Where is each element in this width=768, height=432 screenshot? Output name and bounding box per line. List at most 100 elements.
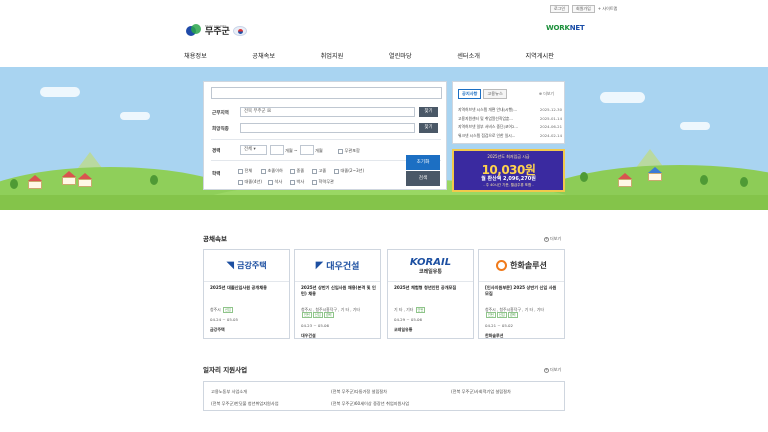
edu-option-label: 중졸 xyxy=(296,168,305,173)
card-title: 2025년 체험형 청년인턴 공개모집 xyxy=(394,285,457,290)
status-badge: 경력 xyxy=(323,312,334,318)
notice-more-link[interactable]: ⊕ 더보기 xyxy=(539,91,554,97)
recruit-card[interactable]: 한화솔루션 [인사지원부문] 2025 상반기 신입 사원 모집 청주시 , 청… xyxy=(478,249,565,339)
tree-icon xyxy=(740,177,748,187)
notice-list: 지역허브넷 시스템 개편 안내(시행)... 2025-12-30 고용지원센터 … xyxy=(458,106,562,140)
list-item[interactable]: (전북 무주군)다둥가정 설립절차 xyxy=(331,389,387,395)
career-min-input[interactable] xyxy=(270,145,284,155)
notice-title: 고용지원센터 및 취업알선직업훈... xyxy=(458,115,513,121)
edu-checkbox[interactable]: 박사 xyxy=(290,179,304,185)
card-title: [인사지원부문] 2025 상반기 신입 사원 모집 xyxy=(485,285,557,296)
sitemap-link[interactable]: + 사이트맵 xyxy=(598,6,617,12)
no-career-checkbox[interactable]: 무관포함 xyxy=(338,148,360,154)
career-max-input[interactable] xyxy=(300,145,314,155)
site-logo[interactable]: MUJU COUNTY 무주군 xyxy=(186,24,247,38)
login-button[interactable]: 로그인 xyxy=(550,5,570,13)
nav-item-center-intro[interactable]: 센터소개 xyxy=(457,51,480,60)
edu-option-label: 전체 xyxy=(244,168,253,173)
edu-checkbox[interactable]: 대졸(2~3년) xyxy=(334,168,364,174)
list-item[interactable]: (전북 무주군)반딧불 청년취업지원사업 xyxy=(211,401,279,407)
list-item[interactable]: (전북 무주군)사회적기업 설립절차 xyxy=(451,389,511,395)
company-logo: 한화솔루션 xyxy=(479,250,564,282)
edu-option-label: 박사 xyxy=(296,179,305,184)
main-nav: 채용정보 공채속보 취업지원 열린마당 센터소개 지역게시판 xyxy=(184,51,554,60)
logo-text: 한화솔루션 xyxy=(510,261,547,270)
tab-notice[interactable]: 공지사항 xyxy=(458,89,482,99)
logo-mark-icon xyxy=(496,260,508,271)
list-item[interactable]: 고용지원센터 및 취업알선직업훈... 2025-01-14 xyxy=(458,115,562,124)
career-label: 경력 xyxy=(212,149,221,154)
notice-title: 지역허브넷 시스템 개편 안내(시행)... xyxy=(458,107,518,112)
section-title-open-recruit: 공채속보 xyxy=(203,235,227,243)
cloud xyxy=(40,87,80,97)
house-icon xyxy=(62,171,76,185)
nav-item-jobs[interactable]: 채용정보 xyxy=(184,51,207,60)
list-item[interactable]: 지역허브넷 일부 서비스 중단(코어2... 2024-06-21 xyxy=(458,123,562,132)
notice-title: 지역허브넷 일부 서비스 중단(코어2... xyxy=(458,124,519,129)
join-button[interactable]: 회원가입 xyxy=(572,5,595,13)
house-icon xyxy=(648,167,662,181)
list-item[interactable]: (전북 무주군)60세이상 중장년 취업지원사업 xyxy=(331,401,409,407)
nav-item-open-recruit[interactable]: 공채속보 xyxy=(252,51,275,60)
worknet-logo[interactable]: WORKNET xyxy=(546,24,585,32)
edu-checkbox[interactable]: 고졸 xyxy=(312,168,326,174)
edu-option-label: 학력무관 xyxy=(318,179,334,184)
notice-date: 2025-01-14 xyxy=(539,115,562,121)
reset-button[interactable]: 초기화 xyxy=(406,155,440,170)
company-logo: ◤ 대우건설 xyxy=(295,250,380,282)
search-button[interactable]: 검색 xyxy=(406,171,440,186)
logo-subtext: 코레일유통 xyxy=(418,268,442,275)
list-item[interactable]: 워크넷 시스템 점검으로 인한 일시... 2024-02-14 xyxy=(458,132,562,141)
edu-option-label: 석사 xyxy=(274,179,283,184)
logo-korean: 무주군 xyxy=(205,27,230,37)
list-item[interactable]: 지역허브넷 시스템 개편 안내(시행)... 2025-12-30 xyxy=(458,106,562,115)
card-title: 2025년 상반기 신입사원 채용(본격 및 인턴) 채용 xyxy=(301,285,376,296)
card-title: 2025년 대졸신입사원 공개채용 xyxy=(210,285,267,290)
career-select[interactable]: 전체 ▾ xyxy=(240,145,267,155)
company-logo: KORAIL 코레일유통 xyxy=(388,250,473,282)
job-search-panel: 근무지역 전북 무주군 ☒ 찾기 희망직종 찾기 경력 전체 ▾ 개월 ~ 개월… xyxy=(203,81,447,190)
edu-checkbox[interactable]: 전체 xyxy=(238,168,252,174)
nav-item-employment-support[interactable]: 취업지원 xyxy=(321,51,344,60)
status-badge: 경력 xyxy=(507,312,518,318)
keyword-search-input[interactable] xyxy=(211,87,442,99)
worknet-text-1: WORK xyxy=(546,24,570,32)
edu-checkbox[interactable]: 석사 xyxy=(268,179,282,185)
plus-icon: + xyxy=(544,236,549,242)
recruit-card[interactable]: KORAIL 코레일유통 2025년 체험형 청년인턴 공개모집 기 타 , 기타… xyxy=(387,249,474,339)
job-find-button[interactable]: 찾기 xyxy=(419,123,438,133)
banner-line3: 월 환산액 2,096,270원 xyxy=(481,176,536,182)
logo-mark-icon: ◥ xyxy=(226,260,235,271)
edu-option-label: 고졸 xyxy=(318,168,327,173)
logo-mark-icon xyxy=(186,24,202,38)
notice-title: 워크넷 시스템 점검으로 인한 일시... xyxy=(458,132,516,138)
edu-label: 학력 xyxy=(212,172,221,177)
more-label: 더보기 xyxy=(550,367,562,372)
job-support-more-link[interactable]: + 더보기 xyxy=(544,367,561,373)
no-career-label: 무관포함 xyxy=(344,148,360,153)
nav-item-local-board[interactable]: 지역게시판 xyxy=(525,51,553,60)
job-field[interactable] xyxy=(240,123,415,133)
edu-checkbox[interactable]: 대졸(4년) xyxy=(238,179,262,185)
card-company: 금강주택 xyxy=(210,327,225,332)
worknet-text-2: NET xyxy=(569,24,585,32)
divider xyxy=(211,139,441,140)
recruit-card[interactable]: ◥ 금강주택 2025년 대졸신입사원 공개채용 청주시 신입 04.24 ~ 0… xyxy=(203,249,290,339)
list-item[interactable]: 고용노동부 사업소개 xyxy=(211,389,247,395)
card-date: 04.23 ~ 05.06 xyxy=(301,323,330,328)
notice-date: 2024-02-14 xyxy=(539,132,562,138)
minimum-wage-banner[interactable]: 2025년도 최저임금 시급 10,030원 월 환산액 2,096,270원 … xyxy=(452,149,565,192)
recruit-card[interactable]: ◤ 대우건설 2025년 상반기 신입사원 채용(본격 및 인턴) 채용 청주시 … xyxy=(294,249,381,339)
edu-checkbox[interactable]: 중졸 xyxy=(290,168,304,174)
notice-date: 2025-12-30 xyxy=(539,107,562,112)
edu-checkbox[interactable]: 학력무관 xyxy=(312,179,334,185)
nav-item-open-forum[interactable]: 열린마당 xyxy=(389,51,412,60)
taegeuk-icon xyxy=(232,26,247,36)
tab-employment-news[interactable]: 고용뉴스 xyxy=(483,89,507,99)
open-recruit-more-link[interactable]: + 더보기 xyxy=(544,236,561,242)
area-field[interactable]: 전북 무주군 ☒ xyxy=(240,107,415,117)
area-find-button[interactable]: 찾기 xyxy=(419,107,438,117)
company-logo: ◥ 금강주택 xyxy=(204,250,289,282)
cloud xyxy=(680,122,710,130)
edu-checkbox[interactable]: 초졸이하 xyxy=(261,168,283,174)
